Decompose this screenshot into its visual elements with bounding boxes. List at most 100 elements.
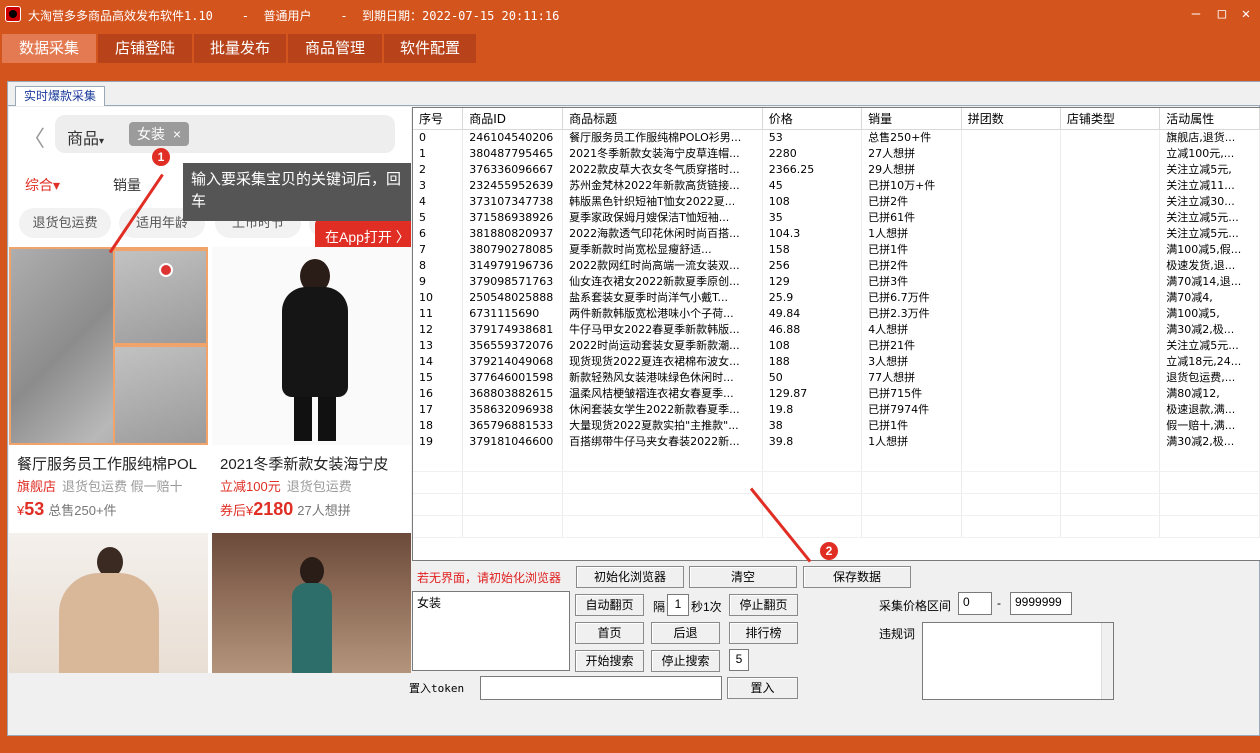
empty-cell (1060, 493, 1161, 516)
count-input[interactable]: 5 (729, 649, 749, 671)
table-row[interactable]: 9 379098571763 仙女连衣裙女2022新款夏季原创... 129 已拼3件 满… (413, 273, 1260, 290)
menu-product-manage[interactable]: 商品管理 (288, 34, 382, 63)
minimize-button[interactable]: — (1184, 4, 1208, 24)
init-browser-button[interactable]: 初始化浏览器 (576, 566, 684, 588)
empty-cell (562, 471, 763, 494)
table-cell: 已拼715件 (861, 385, 962, 402)
stop-search-button[interactable]: 停止搜索 (651, 650, 720, 672)
product-card[interactable]: 餐厅服务员工作服纯棉POL 旗舰店 退货包运费 假一赔十 ¥53 总售250+件 (9, 247, 208, 529)
search-bar[interactable]: 商品▾ 女装 × (55, 115, 395, 153)
table-cell: 两件新款韩版宽松港味小个子荷... (562, 305, 763, 322)
table-cell (961, 161, 1061, 178)
price-min-input[interactable]: 0 (958, 592, 992, 615)
product-card[interactable]: 2021冬季新款女装海宁皮 立减100元 退货包运费 券后¥2180 27人想拼 (212, 247, 411, 529)
table-cell: 满30减2,极... (1159, 433, 1260, 450)
table-cell (961, 433, 1061, 450)
chip-close-icon[interactable]: × (173, 126, 181, 142)
set-token-button[interactable]: 置入 (727, 677, 798, 699)
interval-input[interactable]: 1 (667, 594, 689, 616)
table-cell (1060, 353, 1161, 370)
table-row[interactable]: 2 376336096667 2022款皮草大衣女冬气质穿搭时... 2366.25 2… (413, 161, 1260, 178)
start-search-button[interactable]: 开始搜索 (575, 650, 644, 672)
table-cell: 韩版黑色针织短袖T恤女2022夏... (562, 193, 763, 210)
column-header[interactable]: 商品ID (462, 108, 564, 130)
column-header[interactable]: 活动属性 (1159, 108, 1260, 130)
results-table[interactable]: 序号 商品ID 商品标题 价格 销量 拼团数 店铺类型 活动属性 0 246104540206 餐… (412, 107, 1260, 561)
caret-down-icon: ▾ (99, 136, 105, 147)
table-row[interactable]: 17 358632096938 休闲套装女学生2022新款春夏季... 19.8 已拼7… (413, 401, 1260, 418)
keyword-chip[interactable]: 女装 × (129, 122, 190, 146)
close-button[interactable]: ✕ (1234, 4, 1258, 24)
empty-cell (562, 515, 763, 538)
table-cell: 38 (762, 417, 863, 434)
empty-cell (961, 493, 1061, 516)
table-cell: 13 (413, 337, 464, 354)
sort-comprehensive-label: 综合 (25, 177, 53, 193)
table-cell: 关注立减11... (1159, 177, 1260, 194)
table-cell: 46.88 (762, 321, 863, 338)
back-arrow-icon[interactable]: 〈 (23, 121, 45, 153)
embedded-browser[interactable]: 〈 商品▾ 女装 × 综合▾ 销量 品牌 筛选 退货包运费 适用年龄 上市时节 … (9, 107, 411, 673)
table-row[interactable]: 3 232455952639 苏州金梵林2022年新款高货链接... 45 已拼10万+… (413, 177, 1260, 194)
table-row[interactable]: 13 356559372076 2022时尚运动套装女夏季新款潮... 108 已拼21… (413, 337, 1260, 354)
column-header[interactable]: 价格 (762, 108, 863, 130)
empty-cell (1060, 515, 1161, 538)
table-row[interactable]: 0 246104540206 餐厅服务员工作服纯棉POLO衫男... 53 总售250+… (413, 129, 1260, 146)
menu-data-collect[interactable]: 数据采集 (2, 34, 96, 63)
ranking-button[interactable]: 排行榜 (729, 622, 798, 644)
product-card[interactable] (212, 533, 411, 673)
home-button[interactable]: 首页 (575, 622, 644, 644)
menu-batch-publish[interactable]: 批量发布 (194, 34, 286, 63)
table-row[interactable]: 12 379174938681 牛仔马甲女2022春夏季新款韩版... 46.88 4人… (413, 321, 1260, 338)
table-cell: 104.3 (762, 225, 863, 242)
column-header[interactable]: 序号 (413, 108, 464, 130)
table-row[interactable]: 5 371586938926 夏季家政保姆月嫂保洁T恤短袖... 35 已拼61件 关注立… (413, 209, 1260, 226)
tab-live-hot-collect[interactable]: 实时爆款采集 (15, 86, 105, 106)
menu-shop-login[interactable]: 店铺登陆 (98, 34, 192, 63)
price-max-input[interactable]: 9999999 (1010, 592, 1072, 615)
table-cell (1060, 241, 1161, 258)
column-header[interactable]: 拼团数 (961, 108, 1061, 130)
empty-cell (961, 471, 1061, 494)
scrollbar[interactable] (1101, 623, 1113, 699)
table-cell (1060, 417, 1161, 434)
empty-cell (1060, 449, 1161, 472)
menu-software-config[interactable]: 软件配置 (384, 34, 476, 63)
bottom-strip (0, 736, 1260, 753)
column-header[interactable]: 销量 (861, 108, 962, 130)
table-cell: 2021冬季新款女装海宁皮草连帽... (562, 145, 763, 162)
auto-page-button[interactable]: 自动翻页 (575, 594, 644, 616)
back-button[interactable]: 后退 (651, 622, 720, 644)
sort-sales[interactable]: 销量 (113, 175, 141, 195)
table-row[interactable]: 15 377646001598 新款轻熟风女装港味绿色休闲时... 50 77人想拼 退货… (413, 369, 1260, 386)
save-data-button[interactable]: 保存数据 (803, 566, 911, 588)
table-row[interactable]: 18 365796881533 大量现货2022夏款实拍"主推款"... 38 已拼1件… (413, 417, 1260, 434)
table-row[interactable]: 6 381880820937 2022海款透气印花休闲时尚百搭... 104.3 1人想… (413, 225, 1260, 242)
table-cell: 6 (413, 225, 464, 242)
column-header[interactable]: 店铺类型 (1060, 108, 1161, 130)
banned-words-textarea[interactable] (922, 622, 1114, 700)
search-category[interactable]: 商品▾ (67, 125, 104, 149)
price-range-label: 采集价格区间 (879, 599, 952, 613)
table-row[interactable]: 1 380487795465 2021冬季新款女装海宁皮草连帽... 2280 27人想… (413, 145, 1260, 162)
table-row[interactable]: 19 379181046600 百搭绑带牛仔马夹女春装2022新... 39.8 1人想… (413, 433, 1260, 450)
table-row[interactable]: 10 250548025888 盐系套装女夏季时尚洋气小戴T... 25.9 已拼6.7… (413, 289, 1260, 306)
table-row[interactable]: 4 373107347738 韩版黑色针织短袖T恤女2022夏... 108 已拼2件 关… (413, 193, 1260, 210)
stop-page-button[interactable]: 停止翻页 (729, 594, 798, 616)
token-input[interactable] (480, 676, 722, 700)
sort-comprehensive[interactable]: 综合▾ (25, 175, 60, 195)
filter-return-shipping[interactable]: 退货包运费 (19, 208, 111, 238)
table-row[interactable]: 8 314979196736 2022款网红时尚高端一流女装双... 256 已拼2件 极… (413, 257, 1260, 274)
maximize-button[interactable]: □ (1210, 4, 1234, 24)
keyword-textarea[interactable]: 女装 (412, 591, 570, 671)
table-row[interactable]: 7 380790278085 夏季新款时尚宽松显瘦舒适... 158 已拼1件 满100减… (413, 241, 1260, 258)
column-header[interactable]: 商品标题 (562, 108, 763, 130)
empty-cell (413, 449, 464, 472)
table-row[interactable]: 16 368803882615 温柔风桔梗皱褶连衣裙女春夏季... 129.87 已拼7… (413, 385, 1260, 402)
clear-button[interactable]: 清空 (689, 566, 797, 588)
table-row[interactable]: 14 379214049068 现货现货2022夏连衣裙棉布波女... 188 3人想拼… (413, 353, 1260, 370)
empty-cell (462, 515, 564, 538)
price-value: 2180 (253, 499, 294, 519)
table-row[interactable]: 11 6731115690 两件新款韩版宽松港味小个子荷... 49.84 已拼2.3万… (413, 305, 1260, 322)
product-card[interactable] (9, 533, 208, 673)
